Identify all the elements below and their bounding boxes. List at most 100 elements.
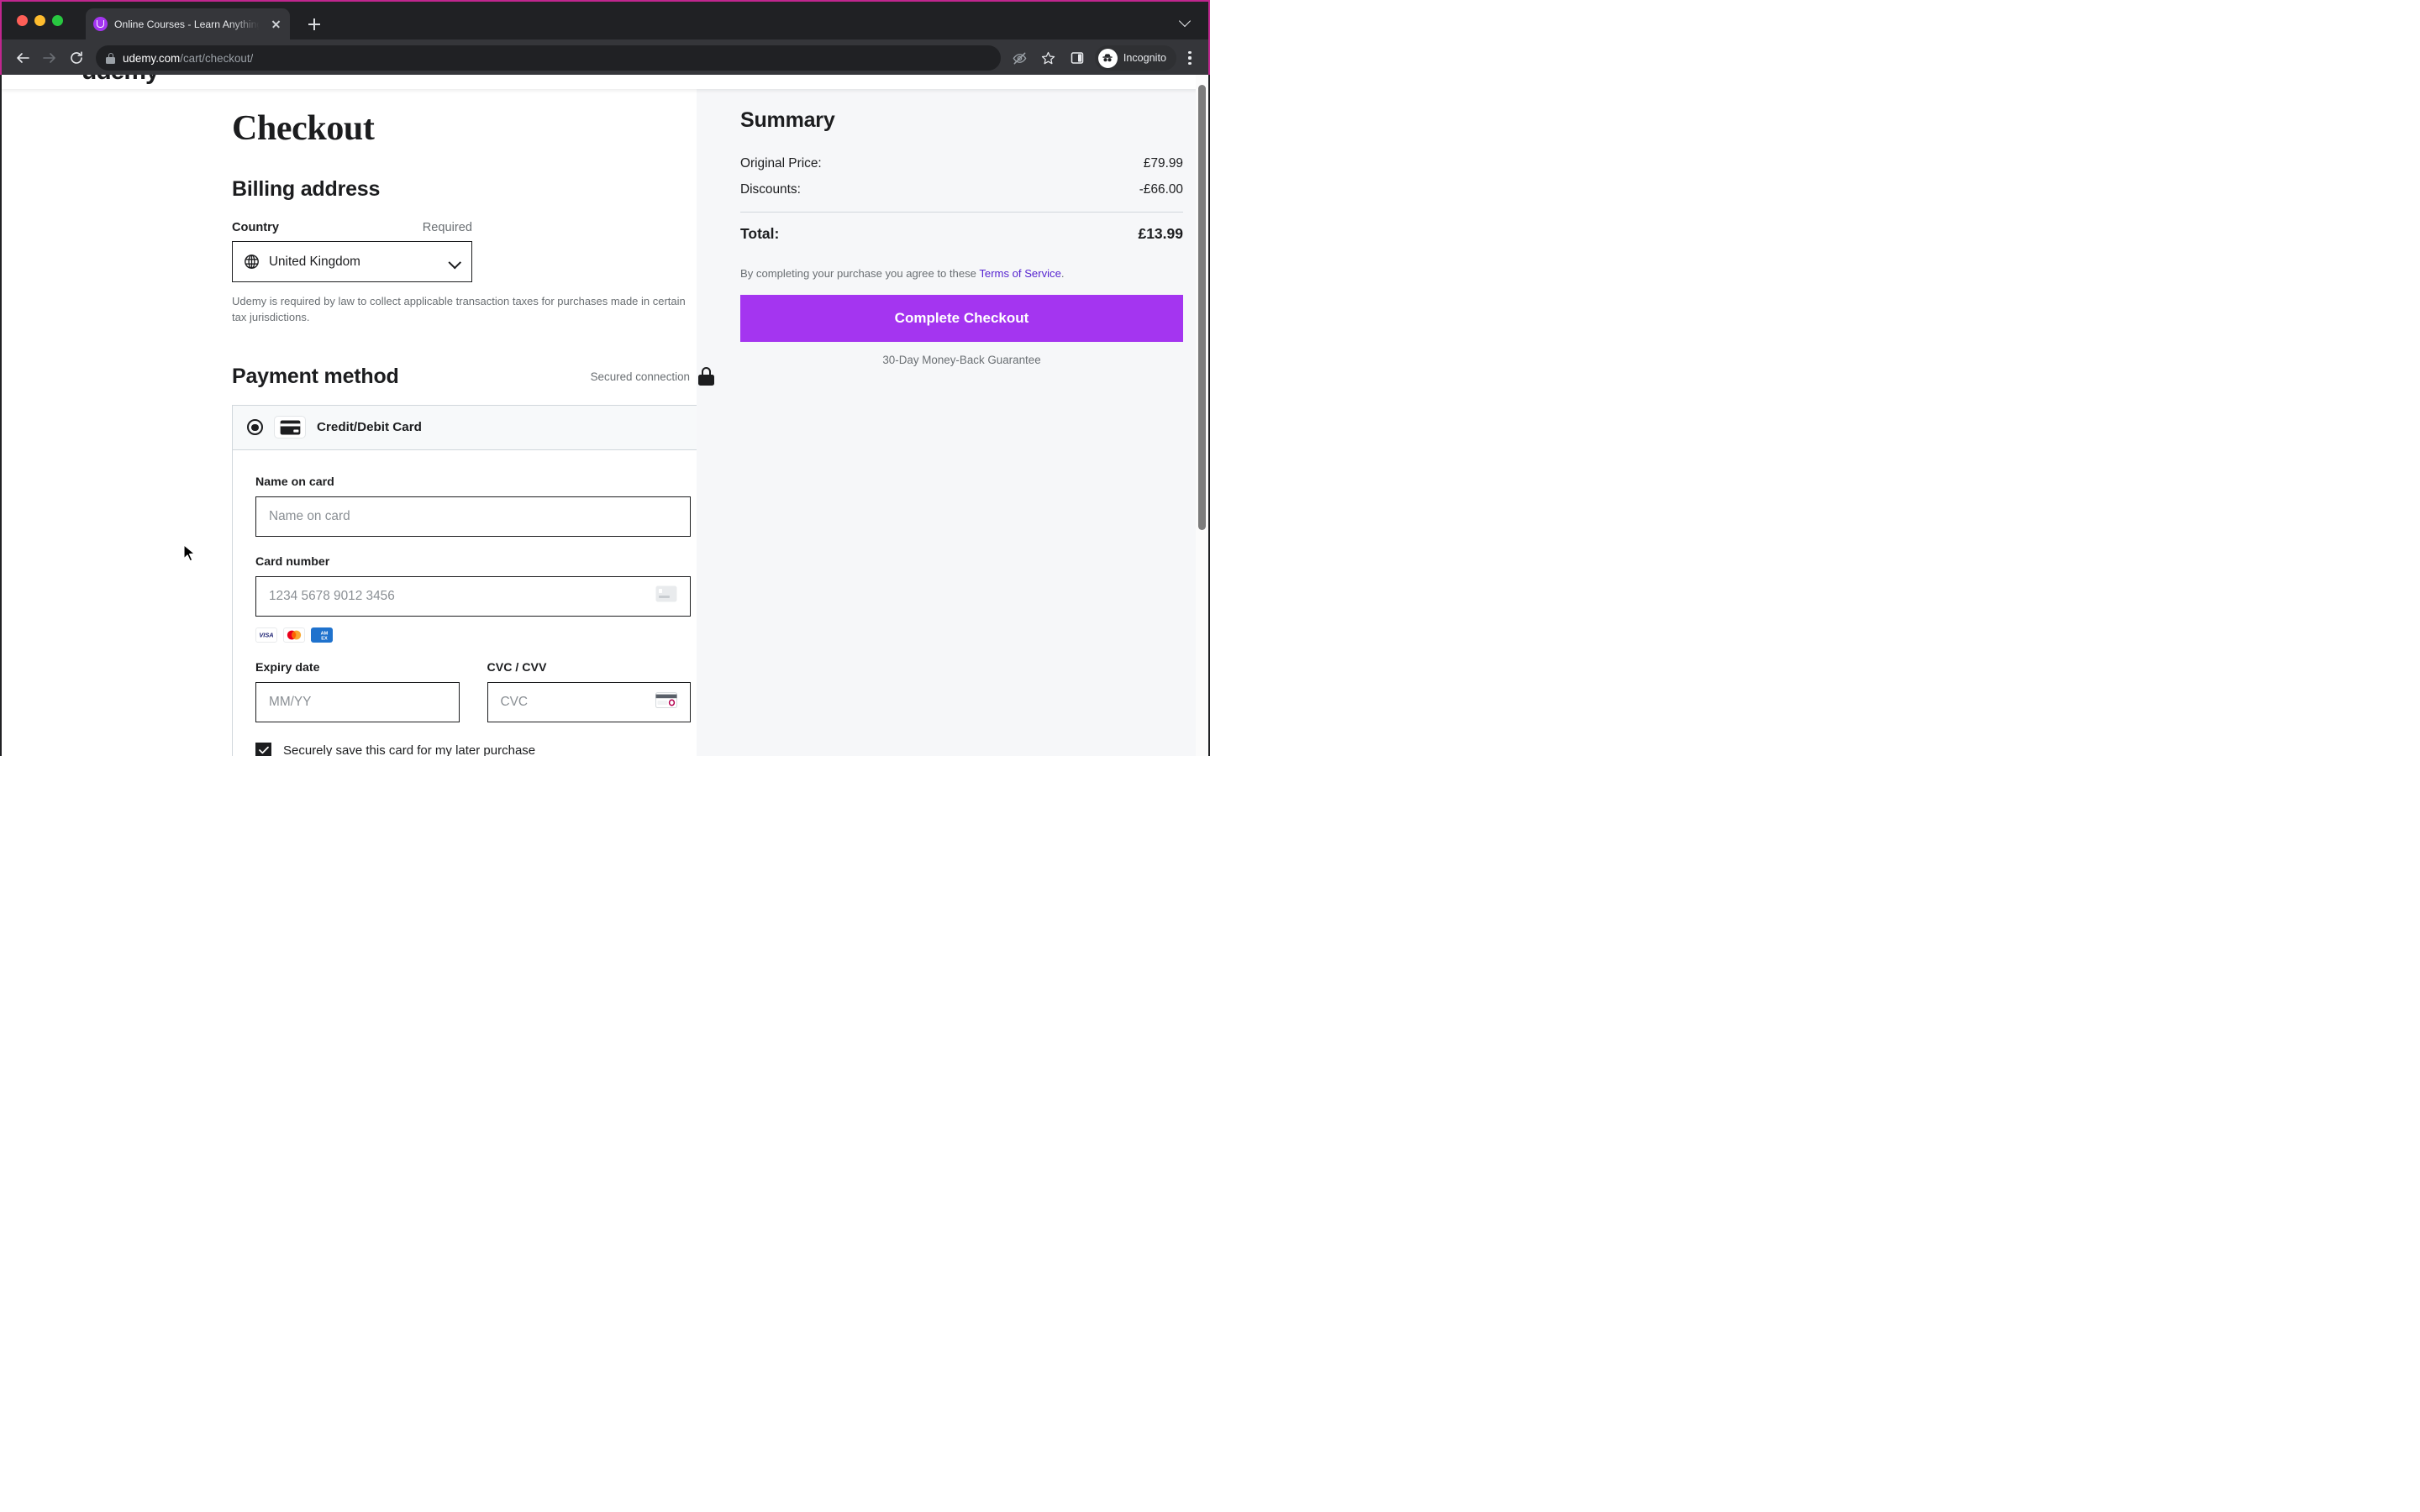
payment-method-header: Payment method Secured connection <box>232 365 714 389</box>
country-label: Country <box>232 221 279 235</box>
close-icon[interactable] <box>269 18 282 31</box>
scrollbar-thumb[interactable] <box>1198 85 1206 530</box>
summary-row-value: -£66.00 <box>1139 182 1183 197</box>
terms-prefix: By completing your purchase you agree to… <box>740 267 980 280</box>
summary-total-value: £13.99 <box>1138 225 1183 242</box>
expiry-date-label: Expiry date <box>255 660 320 675</box>
lock-icon <box>698 367 714 386</box>
expiry-date-placeholder: MM/YY <box>269 694 312 709</box>
check-icon <box>258 747 269 754</box>
card-number-group: Card number 1234 5678 9012 3456 VISA AM … <box>255 555 691 643</box>
summary-total-row: Total: £13.99 <box>740 225 1183 243</box>
url-host: udemy.com <box>123 51 181 65</box>
url-path: /cart/checkout/ <box>180 51 254 65</box>
back-button[interactable] <box>10 45 35 71</box>
chevron-down-icon <box>449 256 460 268</box>
card-number-placeholder: 1234 5678 9012 3456 <box>269 588 395 603</box>
card-back-cvc-icon <box>655 691 677 712</box>
reload-button[interactable] <box>64 45 89 71</box>
terms-suffix: . <box>1060 267 1065 280</box>
tab-strip: Online Courses - Learn Anything <box>2 2 1208 39</box>
window-controls[interactable] <box>17 15 63 26</box>
payment-method-heading: Payment method <box>232 364 399 388</box>
page-title: Checkout <box>232 109 375 148</box>
close-window-button[interactable] <box>17 15 28 26</box>
mastercard-icon <box>283 627 305 643</box>
forward-button[interactable] <box>37 45 62 71</box>
amex-icon: AM EX <box>311 627 333 643</box>
cvc-input[interactable]: CVC <box>487 681 691 722</box>
payment-method-card: Credit/Debit Card Name on card Name on c… <box>232 404 714 756</box>
terms-text: By completing your purchase you agree to… <box>740 266 1183 282</box>
star-icon[interactable] <box>1036 45 1061 71</box>
secured-connection-label: Secured connection <box>590 370 690 383</box>
name-on-card-input[interactable]: Name on card <box>255 496 691 537</box>
complete-checkout-button[interactable]: Complete Checkout <box>740 294 1183 342</box>
card-number-input[interactable]: 1234 5678 9012 3456 <box>255 575 691 617</box>
save-card-row[interactable]: Securely save this card for my later pur… <box>255 742 691 756</box>
summary-total-label: Total: <box>740 225 780 242</box>
payment-option-credit-debit-card[interactable]: Credit/Debit Card <box>233 405 713 450</box>
summary-row-label: Original Price: <box>740 156 822 171</box>
save-card-label: Securely save this card for my later pur… <box>283 743 536 756</box>
profile-label: Incognito <box>1123 52 1166 64</box>
udemy-logo-text: udemy <box>82 75 160 85</box>
eye-slash-icon[interactable] <box>1007 45 1033 71</box>
address-bar[interactable]: udemy.com/cart/checkout/ <box>96 45 1001 71</box>
page-scrollbar[interactable] <box>1196 75 1208 756</box>
checkout-main-column: Checkout Billing address Country Require… <box>2 89 714 756</box>
tax-disclaimer: Udemy is required by law to collect appl… <box>232 295 686 324</box>
accepted-card-brands: VISA AM EX <box>255 627 691 643</box>
billing-address-heading: Billing address <box>232 177 381 202</box>
credit-card-icon <box>655 585 677 606</box>
country-select-value: United Kingdom <box>269 254 360 269</box>
expiry-date-input[interactable]: MM/YY <box>255 681 460 722</box>
cvc-label: CVC / CVV <box>487 660 547 675</box>
side-panel-icon[interactable] <box>1065 45 1090 71</box>
toolbar-actions: Incognito <box>1007 45 1200 71</box>
browser-tab[interactable]: Online Courses - Learn Anything <box>86 8 290 39</box>
summary-row-value: £79.99 <box>1143 156 1183 171</box>
summary-row-discounts: Discounts: -£66.00 <box>740 182 1183 197</box>
card-form: Name on card Name on card Card number 12… <box>233 450 713 756</box>
profile-button[interactable]: Incognito <box>1094 45 1176 71</box>
page-viewport: udemy Checkout Billing address Country R… <box>2 75 1208 756</box>
country-select[interactable]: United Kingdom <box>232 241 472 283</box>
save-card-checkbox[interactable] <box>255 742 271 756</box>
lock-icon <box>106 52 115 64</box>
secured-connection: Secured connection <box>591 367 714 386</box>
summary-row-original-price: Original Price: £79.99 <box>740 156 1183 171</box>
cvc-group: CVC / CVV CVC <box>487 660 691 722</box>
browser-toolbar: udemy.com/cart/checkout/ Incognito <box>2 39 1208 76</box>
card-number-label: Card number <box>255 554 330 569</box>
udemy-logo[interactable]: udemy <box>82 75 174 85</box>
radio-selected-icon[interactable] <box>247 419 263 436</box>
expiry-group: Expiry date MM/YY <box>255 661 460 722</box>
tab-title: Online Courses - Learn Anything <box>114 18 262 30</box>
country-label-row: Country Required <box>232 221 472 234</box>
summary-divider <box>740 212 1183 213</box>
svg-text:VISA: VISA <box>259 632 273 638</box>
maximize-window-button[interactable] <box>52 15 63 26</box>
terms-of-service-link[interactable]: Terms of Service <box>979 267 1061 280</box>
visa-icon: VISA <box>255 627 277 643</box>
udemy-logo-icon <box>93 17 108 31</box>
svg-text:EX: EX <box>321 636 328 641</box>
cvc-placeholder: CVC <box>500 694 529 709</box>
chevron-down-icon[interactable] <box>1178 13 1193 29</box>
name-on-card-label: Name on card <box>255 475 334 489</box>
site-header: udemy <box>2 75 1208 89</box>
browser-window: Online Courses - Learn Anything udemy.co… <box>0 0 1210 756</box>
checkout-page: Checkout Billing address Country Require… <box>2 89 1208 756</box>
incognito-icon <box>1097 48 1118 68</box>
new-tab-button[interactable] <box>303 13 325 35</box>
country-required-label: Required <box>422 221 472 235</box>
summary-panel: Summary Original Price: £79.99 Discounts… <box>697 89 1208 756</box>
minimize-window-button[interactable] <box>34 15 45 26</box>
summary-heading: Summary <box>740 108 835 132</box>
browser-chrome: Online Courses - Learn Anything udemy.co… <box>0 0 1210 76</box>
name-on-card-placeholder: Name on card <box>269 508 350 523</box>
kebab-menu-icon[interactable] <box>1180 45 1200 71</box>
expiry-cvc-row: Expiry date MM/YY CVC / CVV CVC <box>255 661 691 722</box>
url-text: udemy.com/cart/checkout/ <box>123 52 253 65</box>
